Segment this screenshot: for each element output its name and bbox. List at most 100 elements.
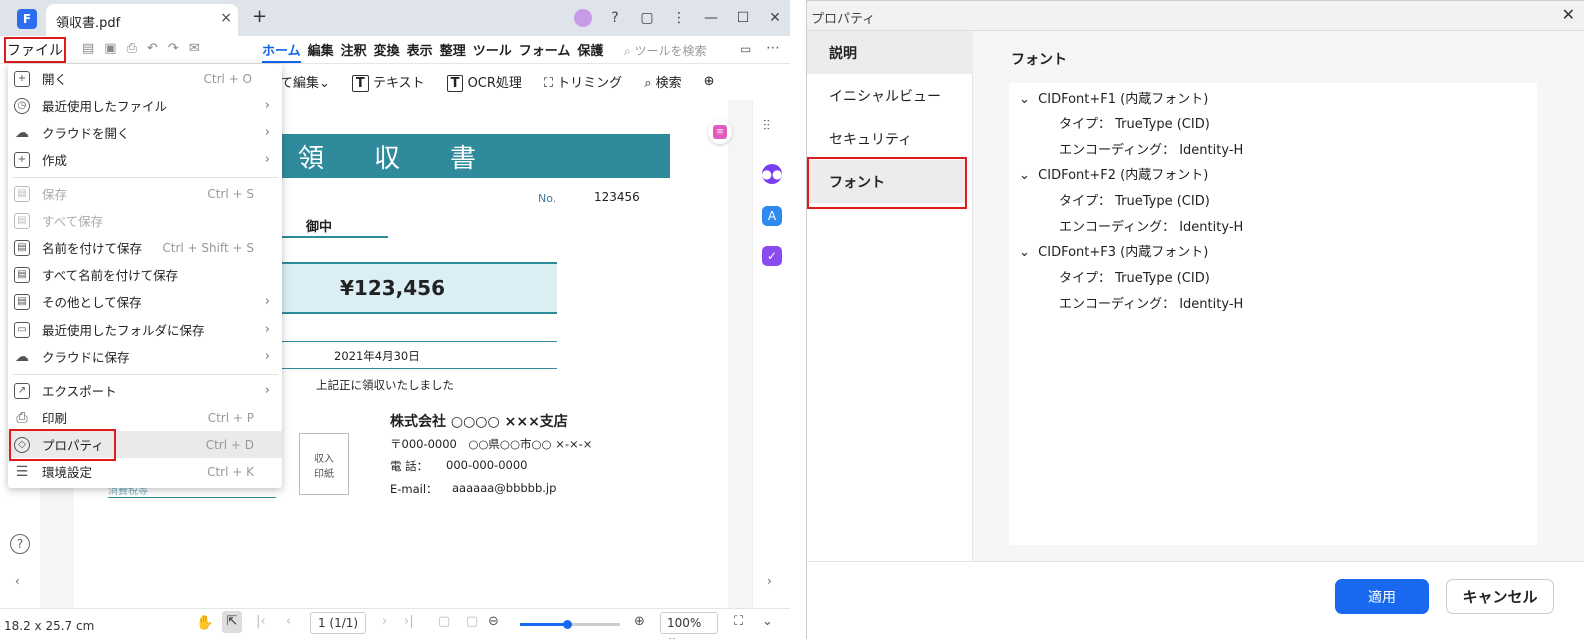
- page-size: 18.2 x 25.7 cm: [4, 619, 95, 633]
- tool-search-input[interactable]: ⌕ ツールを検索: [624, 42, 707, 59]
- tab-close-icon[interactable]: ×: [220, 10, 232, 26]
- feedback-icon[interactable]: ▢: [632, 10, 662, 26]
- help-icon[interactable]: ?: [600, 10, 630, 26]
- first-page-icon[interactable]: |‹: [256, 614, 266, 629]
- menu-item-label: 環境設定: [42, 465, 93, 480]
- redo-icon[interactable]: ↷: [168, 41, 179, 56]
- menu-item-save[interactable]: ▤ 保存 Ctrl + S: [8, 180, 282, 207]
- menu-item-shortcut: Ctrl + S: [207, 186, 254, 201]
- nav-item-security[interactable]: セキュリティ: [807, 117, 973, 160]
- menu-item-label: クラウドに保存: [42, 350, 130, 365]
- page-number-input[interactable]: 1 (1/1): [310, 612, 366, 634]
- tab-tools[interactable]: ツール: [473, 40, 512, 63]
- more-icon[interactable]: ⋯: [766, 40, 780, 56]
- save-icon[interactable]: ▤: [82, 41, 94, 56]
- menu-item-print[interactable]: ⎙ 印刷 Ctrl + P: [8, 404, 282, 431]
- trim-button[interactable]: ⛶ トリミング: [544, 72, 622, 91]
- file-menu-button[interactable]: ファイル: [4, 37, 66, 63]
- cancel-button[interactable]: キャンセル: [1446, 579, 1554, 614]
- next-page-icon[interactable]: ›: [382, 614, 387, 629]
- crop-icon: ⛶: [543, 75, 554, 91]
- minimize-icon[interactable]: —: [696, 10, 726, 26]
- ai-assistant-icon[interactable]: ●●: [762, 164, 782, 184]
- close-window-icon[interactable]: ✕: [760, 10, 790, 26]
- text-button[interactable]: T テキスト: [351, 72, 425, 92]
- maximize-icon[interactable]: ☐: [728, 10, 758, 26]
- ai-icon[interactable]: ⊕: [704, 74, 715, 89]
- search-button[interactable]: ⌕ 検索: [644, 72, 681, 91]
- new-tab-icon[interactable]: +: [252, 6, 267, 27]
- help-circle-icon[interactable]: ?: [10, 534, 30, 554]
- menu-item-save-cloud[interactable]: ☁ クラウドに保存 ›: [8, 343, 282, 370]
- zoom-slider-handle[interactable]: [563, 620, 572, 629]
- print-icon[interactable]: ⎙: [127, 41, 137, 56]
- nav-item-description[interactable]: 説明: [807, 31, 973, 74]
- ocr-button[interactable]: T OCR処理: [446, 72, 522, 92]
- tab-form[interactable]: フォーム: [519, 40, 571, 63]
- menu-item-recent-files[interactable]: ◷ 最近使用したファイル ›: [8, 92, 282, 119]
- edit-all-button[interactable]: て編集⌄: [280, 72, 330, 91]
- checklist-icon[interactable]: ✓: [762, 246, 782, 266]
- menu-item-preferences[interactable]: ☰ 環境設定 Ctrl + K: [8, 458, 282, 485]
- avatar[interactable]: [574, 9, 592, 27]
- collapse-left-icon[interactable]: ‹: [15, 574, 20, 588]
- last-page-icon[interactable]: ›|: [404, 614, 414, 629]
- zoom-in-icon[interactable]: ⊕: [634, 614, 645, 629]
- menu-item-save-as-other[interactable]: ▤ その他として保存 ›: [8, 288, 282, 315]
- panel-icon[interactable]: ▭: [740, 42, 751, 56]
- zoom-select[interactable]: 100% ⌄: [660, 612, 718, 639]
- trim-label: トリミング: [557, 75, 623, 91]
- settings-sliders-icon[interactable]: ⫶⫶: [763, 118, 770, 134]
- translate-icon[interactable]: A: [762, 206, 782, 226]
- font-entry-2[interactable]: ⌄ CIDFont+F2 (内蔵フォント): [1019, 164, 1208, 183]
- menu-item-save-all-as[interactable]: ▤ すべて名前を付けて保存: [8, 261, 282, 288]
- kebab-menu-icon[interactable]: ⋮: [664, 10, 694, 26]
- menu-item-open-cloud[interactable]: ☁ クラウドを開く ›: [8, 119, 282, 146]
- nav-item-initial-view[interactable]: イニシャルビュー: [807, 74, 973, 117]
- page-width-icon[interactable]: ▢: [466, 614, 478, 629]
- date-line-top: [274, 341, 557, 342]
- apply-button[interactable]: 適用: [1335, 579, 1429, 614]
- page-fit-icon[interactable]: ▢: [438, 614, 450, 629]
- chevron-right-icon: ›: [264, 349, 270, 364]
- collapse-right-icon[interactable]: ›: [767, 574, 772, 588]
- prev-page-icon[interactable]: ‹: [286, 614, 291, 629]
- zoom-out-icon[interactable]: ⊖: [488, 614, 499, 629]
- mail-icon[interactable]: ✉: [189, 41, 200, 56]
- font-entry-3[interactable]: ⌄ CIDFont+F3 (内蔵フォント): [1019, 241, 1208, 260]
- tab-view[interactable]: 表示: [407, 40, 433, 63]
- floating-note-button[interactable]: ≡: [708, 120, 732, 144]
- recipient-underline: [274, 236, 388, 238]
- menu-item-open[interactable]: + 開く Ctrl + O: [8, 65, 282, 92]
- font-name: CIDFont+F1 (内蔵フォント): [1038, 92, 1209, 107]
- tab-annotate[interactable]: 注釈: [341, 40, 367, 63]
- menu-item-save-all[interactable]: ▤ すべて保存: [8, 207, 282, 234]
- tab-home[interactable]: ホーム: [262, 40, 301, 63]
- quick-access-toolbar: ▤ ▣ ⎙ ↶ ↷ ✉: [82, 41, 200, 56]
- document-tab[interactable]: 領収書.pdf ×: [46, 4, 238, 36]
- menu-item-save-as[interactable]: ▤ 名前を付けて保存 Ctrl + Shift + S: [8, 234, 282, 261]
- date-line-bottom: [274, 368, 557, 369]
- dialog-title: プロパティ: [811, 12, 876, 27]
- menu-item-create[interactable]: + 作成 ›: [8, 146, 282, 173]
- save-all-icon[interactable]: ▣: [104, 41, 116, 56]
- menu-item-export[interactable]: ↗ エクスポート ›: [8, 377, 282, 404]
- fullscreen-icon[interactable]: ⛶: [734, 614, 743, 629]
- tab-edit[interactable]: 編集: [308, 40, 334, 63]
- nav-item-label: セキュリティ: [829, 131, 913, 148]
- chevron-right-icon: ›: [264, 152, 270, 167]
- tab-protect[interactable]: 保護: [577, 40, 603, 63]
- tab-organize[interactable]: 整理: [440, 40, 466, 63]
- hand-tool-icon[interactable]: ✋: [196, 615, 213, 631]
- zoom-slider[interactable]: [520, 620, 620, 629]
- file-menu-dropdown: + 開く Ctrl + O ◷ 最近使用したファイル › ☁ クラウドを開く › + 作成 › …: [8, 64, 282, 488]
- select-tool-icon[interactable]: ⇱: [222, 611, 242, 633]
- status-more-icon[interactable]: ⌄: [762, 614, 773, 629]
- tab-convert[interactable]: 変換: [374, 40, 400, 63]
- menu-item-save-recent-folder[interactable]: ▭ 最近使用したフォルダに保存 ›: [8, 316, 282, 343]
- folder-icon: ▭: [14, 321, 30, 338]
- font-entry-1[interactable]: ⌄ CIDFont+F1 (内蔵フォント): [1019, 88, 1208, 107]
- close-icon[interactable]: ✕: [1562, 5, 1575, 24]
- title-bar: F 領収書.pdf × + ? ▢ ⋮ — ☐ ✕: [0, 0, 790, 36]
- undo-icon[interactable]: ↶: [147, 41, 158, 56]
